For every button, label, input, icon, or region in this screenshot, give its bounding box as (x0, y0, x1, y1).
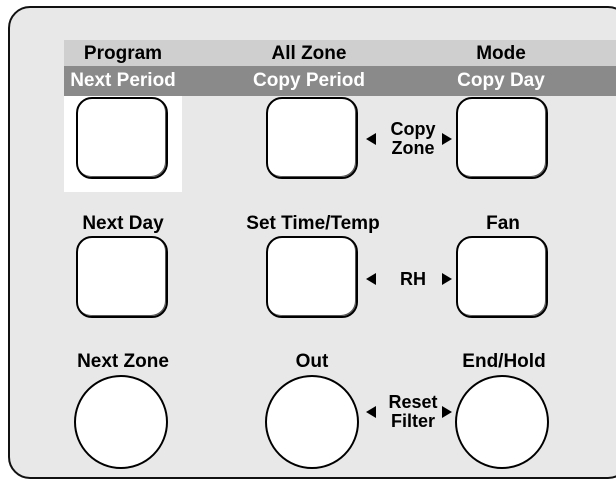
next-period-label: Next Period (70, 70, 176, 91)
set-time-temp-button[interactable] (266, 236, 358, 318)
next-day-button[interactable] (76, 236, 168, 318)
copy-day-label: Copy Day (457, 70, 545, 91)
zone-label: Zone (391, 137, 435, 158)
rh-right-arrow (442, 273, 452, 285)
rh-left-arrow (366, 273, 376, 285)
program-label: Program (83, 43, 163, 64)
end-hold-label: End/Hold (462, 351, 546, 372)
set-time-temp-label: Set Time/Temp (246, 213, 380, 234)
reset-label: Reset (388, 392, 438, 412)
copy-zone-label: Copy Zone (378, 120, 448, 158)
mode-label: Mode (476, 43, 526, 64)
reset-filter-left-arrow (366, 406, 376, 418)
next-zone-label: Next Zone (77, 351, 169, 372)
out-button[interactable] (265, 375, 359, 469)
copy-zone-right-arrow (442, 133, 452, 145)
next-zone-button[interactable] (74, 375, 168, 469)
next-day-label: Next Day (82, 213, 164, 234)
reset-filter-right-arrow (442, 406, 452, 418)
filter-label: Filter (390, 410, 435, 431)
fan-label: Fan (486, 213, 520, 234)
program-button[interactable] (76, 97, 168, 179)
copy-label: Copy (390, 119, 436, 139)
all-zone-button[interactable] (266, 97, 358, 179)
all-zone-label: All Zone (271, 43, 347, 64)
mode-button[interactable] (456, 97, 548, 179)
rh-label: RH (400, 269, 426, 289)
copy-zone-left-arrow (366, 133, 376, 145)
copy-period-label: Copy Period (253, 70, 365, 91)
fan-button[interactable] (456, 236, 548, 318)
reset-filter-label: Reset Filter (378, 393, 448, 431)
end-hold-button[interactable] (455, 375, 549, 469)
out-label: Out (295, 351, 329, 372)
